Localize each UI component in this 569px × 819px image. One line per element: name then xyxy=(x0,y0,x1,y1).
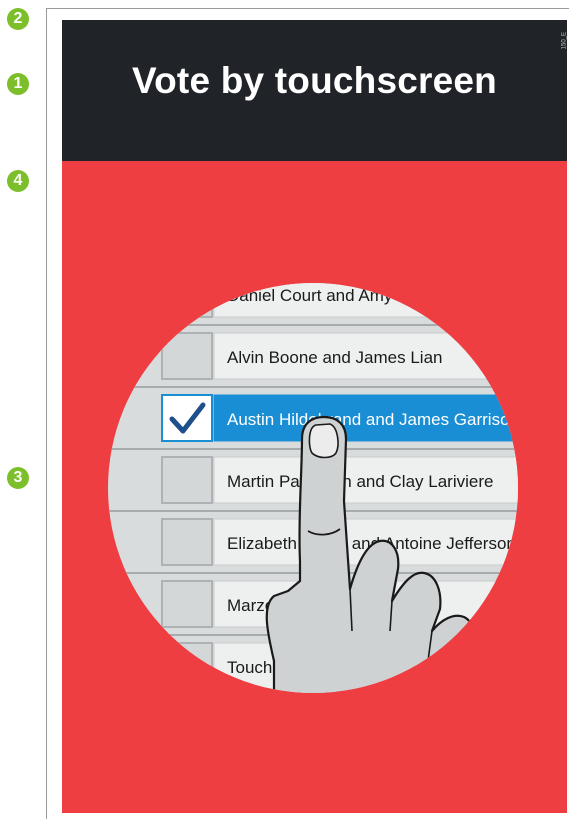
illustration-panel: Daniel Court and Amy Blake Alvin Boone an… xyxy=(62,161,567,813)
callout-badge-4: 4 xyxy=(7,170,29,192)
ballot-option-label: Alvin Boone and James Lian xyxy=(227,348,442,367)
ballot-illustration: Daniel Court and Amy Blake Alvin Boone an… xyxy=(62,263,567,693)
callout-badge-1: 1 xyxy=(7,73,29,95)
ballot-row[interactable]: Alvin Boone and James Lian xyxy=(62,324,567,380)
callout-badge-3: 3 xyxy=(7,467,29,489)
ballot-option-label: Daniel Court and Amy Blake xyxy=(227,286,440,305)
ballot-checkbox[interactable] xyxy=(161,456,213,504)
header-bar: Vote by touchscreen 150_E xyxy=(62,20,567,161)
page-title: Vote by touchscreen xyxy=(132,60,497,101)
ballot-checkbox[interactable] xyxy=(161,394,213,442)
ballot-option-label: Martin Patterson and Clay Lariviere xyxy=(227,472,493,491)
top-guide-line xyxy=(46,8,569,9)
sign-card: Vote by touchscreen 150_E Daniel Court a… xyxy=(62,20,567,813)
margin-guide-line xyxy=(46,8,47,819)
ballot-checkbox[interactable] xyxy=(161,580,213,628)
artwork-code: 150_E xyxy=(561,32,567,50)
ballot-checkbox[interactable] xyxy=(161,271,213,318)
ballot-checkbox[interactable] xyxy=(161,332,213,380)
ballot-row[interactable]: Daniel Court and Amy Blake xyxy=(62,263,567,318)
callout-badge-2: 2 xyxy=(7,8,29,30)
ballot-option-label: Austin Hildebrand and James Garrison xyxy=(227,410,519,429)
ballot-checkbox[interactable] xyxy=(161,518,213,566)
ballot-checkbox[interactable] xyxy=(161,642,213,690)
